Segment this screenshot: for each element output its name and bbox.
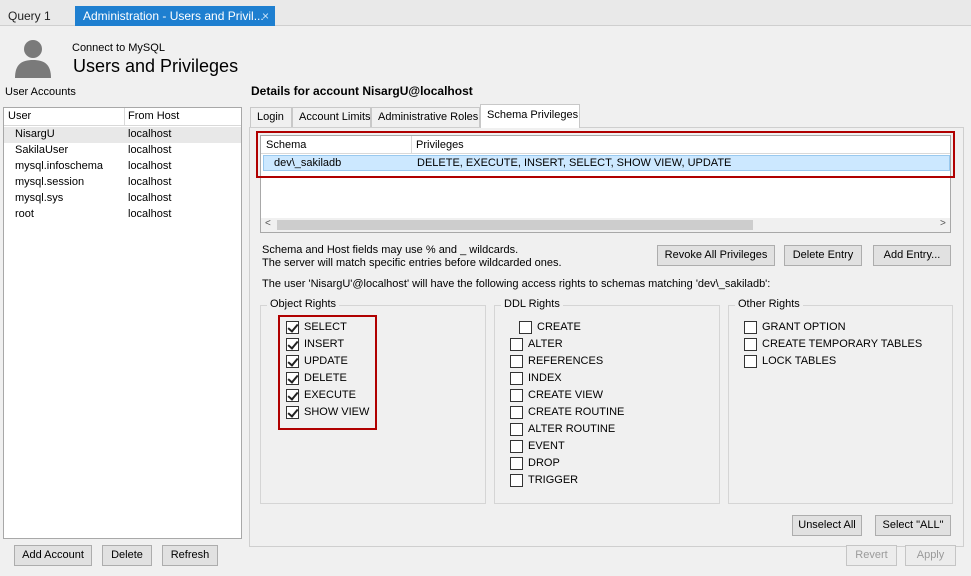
details-title: Details for account NisargU@localhost <box>251 84 473 98</box>
checkbox-label: ALTER ROUTINE <box>528 423 616 435</box>
checkbox-label: CREATE TEMPORARY TABLES <box>762 338 923 350</box>
table-header: User From Host <box>4 108 241 126</box>
checkbox-label: GRANT OPTION <box>762 321 846 333</box>
table-row[interactable]: root localhost <box>4 207 241 223</box>
scrollbar-thumb[interactable] <box>277 220 753 230</box>
delete-account-button[interactable]: Delete <box>102 545 152 566</box>
checkbox[interactable] <box>510 457 523 470</box>
checkbox[interactable] <box>744 321 757 334</box>
checkbox[interactable] <box>510 338 523 351</box>
tab-administrative-roles[interactable]: Administrative Roles <box>371 107 480 127</box>
horizontal-scrollbar[interactable]: < > <box>261 218 950 232</box>
tab-label: Login <box>257 111 284 123</box>
host-cell: localhost <box>128 176 172 188</box>
user-avatar-icon <box>15 40 51 78</box>
table-row[interactable]: SakilaUser localhost <box>4 143 241 159</box>
object-rights-title: Object Rights <box>267 298 340 310</box>
tab-label: Query 1 <box>8 9 51 23</box>
table-row[interactable]: NisargU localhost <box>4 127 241 143</box>
checkbox[interactable] <box>510 372 523 385</box>
host-cell: localhost <box>128 144 172 156</box>
checkbox-label: CREATE <box>537 321 581 333</box>
select-all-button[interactable]: Select "ALL" <box>875 515 951 536</box>
tab-label: Administrative Roles <box>378 111 479 123</box>
tab-label: Account Limits <box>299 111 371 123</box>
unselect-all-button[interactable]: Unselect All <box>792 515 862 536</box>
checkbox[interactable] <box>510 474 523 487</box>
tab-administration[interactable]: Administration - Users and Privil... × <box>75 6 275 26</box>
checkbox-label: DROP <box>528 457 560 469</box>
host-cell: localhost <box>128 192 172 204</box>
user-cell: NisargU <box>15 128 55 140</box>
scroll-right-icon[interactable]: > <box>940 218 946 229</box>
checkbox-label: EVENT <box>528 440 565 452</box>
connect-subtitle: Connect to MySQL <box>72 42 165 54</box>
checkbox-label: REFERENCES <box>528 355 604 367</box>
scroll-left-icon[interactable]: < <box>265 218 271 229</box>
column-header-host[interactable]: From Host <box>128 110 179 122</box>
host-cell: localhost <box>128 128 172 140</box>
user-cell: mysql.session <box>15 176 85 188</box>
checkbox[interactable] <box>519 321 532 334</box>
host-cell: localhost <box>128 160 172 172</box>
revoke-all-privileges-button[interactable]: Revoke All Privileges <box>657 245 775 266</box>
ddl-rights-title: DDL Rights <box>501 298 563 310</box>
user-accounts-label: User Accounts <box>5 86 76 98</box>
wildcard-info-2: The server will match specific entries b… <box>262 257 562 269</box>
other-rights-title: Other Rights <box>735 298 803 310</box>
highlight-box <box>278 315 377 430</box>
tab-account-limits[interactable]: Account Limits <box>292 107 371 127</box>
refresh-button[interactable]: Refresh <box>162 545 218 566</box>
user-cell: mysql.sys <box>15 192 64 204</box>
host-cell: localhost <box>128 208 172 220</box>
user-cell: mysql.infoschema <box>15 160 104 172</box>
user-accounts-table[interactable]: User From Host NisargU localhost SakilaU… <box>3 107 242 539</box>
checkbox-label: TRIGGER <box>528 474 579 486</box>
add-account-button[interactable]: Add Account <box>14 545 92 566</box>
document-tab-bar: Query 1 Administration - Users and Privi… <box>0 0 971 26</box>
checkbox[interactable] <box>744 338 757 351</box>
apply-button[interactable]: Apply <box>905 545 956 566</box>
table-row[interactable]: mysql.session localhost <box>4 175 241 191</box>
table-row[interactable]: mysql.sys localhost <box>4 191 241 207</box>
access-rights-info: The user 'NisargU'@localhost' will have … <box>262 278 771 290</box>
tab-login[interactable]: Login <box>250 107 292 127</box>
page-title: Users and Privileges <box>73 56 239 76</box>
checkbox-label: LOCK TABLES <box>762 355 837 367</box>
tab-label: Schema Privileges <box>487 109 579 121</box>
checkbox-label: ALTER <box>528 338 563 350</box>
checkbox[interactable] <box>510 423 523 436</box>
delete-entry-button[interactable]: Delete Entry <box>784 245 862 266</box>
table-row[interactable]: mysql.infoschema localhost <box>4 159 241 175</box>
checkbox[interactable] <box>510 389 523 402</box>
user-cell: SakilaUser <box>15 144 69 156</box>
tab-schema-privileges[interactable]: Schema Privileges <box>480 104 580 128</box>
revert-button[interactable]: Revert <box>846 545 897 566</box>
add-entry-button[interactable]: Add Entry... <box>873 245 951 266</box>
column-header-user[interactable]: User <box>8 110 31 122</box>
close-icon[interactable]: × <box>262 9 269 23</box>
checkbox[interactable] <box>510 440 523 453</box>
checkbox[interactable] <box>510 355 523 368</box>
checkbox-label: INDEX <box>528 372 562 384</box>
checkbox-label: CREATE VIEW <box>528 389 603 401</box>
user-cell: root <box>15 208 34 220</box>
wildcard-info: Schema and Host fields may use % and _ w… <box>262 244 519 256</box>
checkbox[interactable] <box>744 355 757 368</box>
other-rights-group: Other Rights GRANT OPTION CREATE TEMPORA… <box>728 298 953 504</box>
tab-label: Administration - Users and Privil... <box>83 9 264 23</box>
highlight-box <box>256 131 955 178</box>
checkbox-label: CREATE ROUTINE <box>528 406 625 418</box>
tab-query-1[interactable]: Query 1 <box>0 6 70 26</box>
ddl-rights-group: DDL Rights CREATE ALTER REFERENCES INDEX… <box>494 298 720 504</box>
checkbox[interactable] <box>510 406 523 419</box>
